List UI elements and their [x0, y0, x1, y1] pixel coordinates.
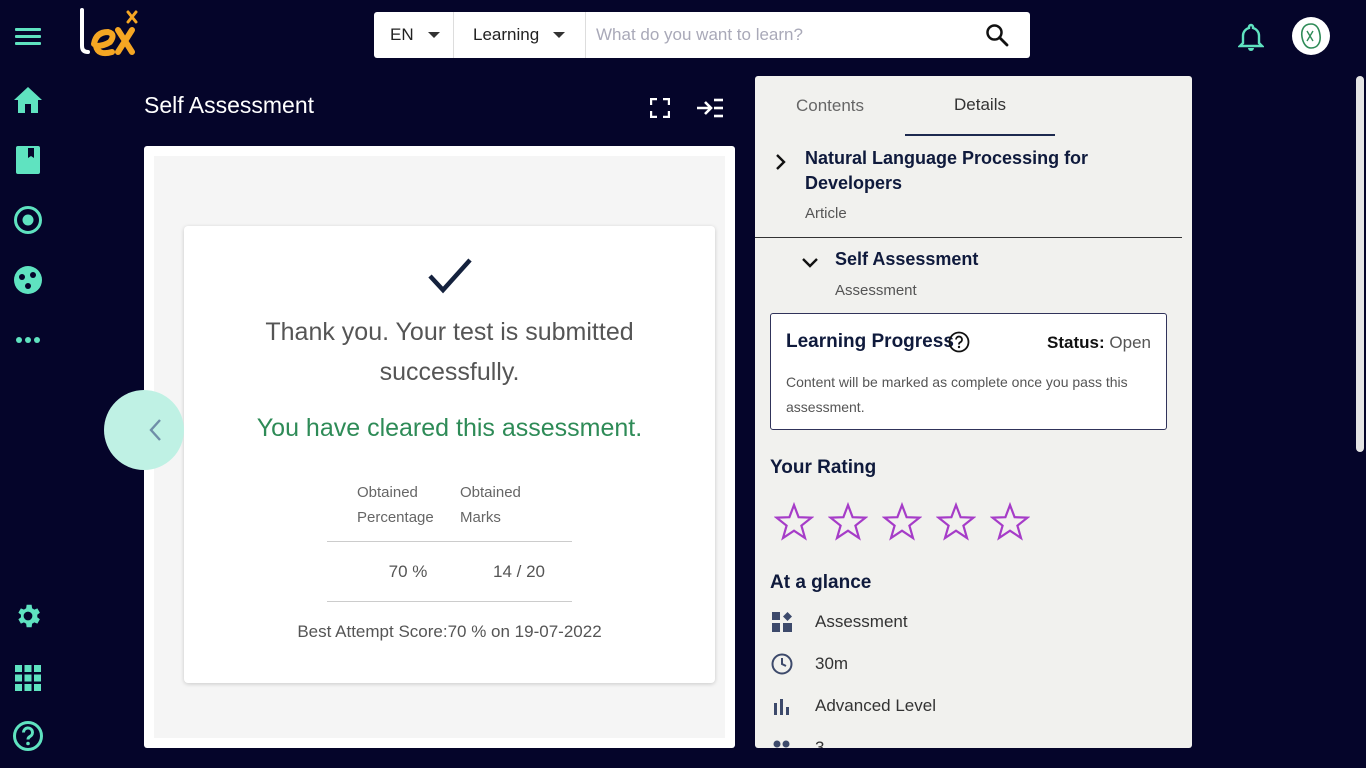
search-button[interactable]: [964, 12, 1030, 58]
learning-progress-title: Learning Progress: [786, 331, 954, 352]
collapse-right-icon: [697, 98, 723, 118]
menu-icon[interactable]: [12, 20, 44, 52]
search-bar: EN Learning: [374, 12, 1030, 58]
tab-details[interactable]: Details: [905, 76, 1055, 136]
rating-title: Your Rating: [770, 457, 877, 478]
dashboard-icon: [770, 610, 794, 634]
caret-down-icon: [553, 32, 566, 38]
fullscreen-button[interactable]: [646, 94, 674, 122]
avatar-face-icon: [1300, 23, 1321, 49]
module-title[interactable]: Self Assessment: [835, 247, 978, 272]
language-label: EN: [390, 25, 414, 44]
target-icon[interactable]: [12, 204, 44, 236]
glance-item-people: 3: [770, 736, 824, 748]
glance-item-text: 30m: [815, 654, 849, 673]
score-table: Obtained Percentage Obtained Marks 70 % …: [327, 480, 572, 602]
assessment-content: Thank you. Your test is submitted succes…: [154, 156, 725, 738]
at-a-glance-title: At a glance: [770, 572, 872, 593]
toggle-panel-button[interactable]: [696, 94, 724, 122]
palette-icon[interactable]: [12, 264, 44, 296]
course-title[interactable]: Natural Language Processing for Develope…: [805, 146, 1135, 196]
fullscreen-icon: [650, 98, 670, 118]
page-title: Self Assessment: [144, 92, 315, 118]
learning-progress-card: Learning Progress Status: Open Content w…: [770, 313, 1167, 430]
glance-item-text: 3: [815, 738, 825, 748]
more-icon[interactable]: [12, 324, 44, 356]
status: Status: Open: [1047, 333, 1151, 353]
checkmark-icon: [428, 258, 472, 294]
chevron-right-icon[interactable]: [774, 153, 786, 171]
best-attempt-score: Best Attempt Score:70 % on 19-07-2022: [297, 622, 602, 641]
score-table-header: Obtained Percentage Obtained Marks: [327, 480, 572, 542]
app-logo[interactable]: [78, 8, 144, 62]
tab-contents[interactable]: Contents: [755, 76, 905, 136]
result-card: Thank you. Your test is submitted succes…: [184, 226, 715, 683]
glance-item-text: Advanced Level: [815, 696, 936, 715]
module-type: Assessment: [835, 282, 917, 299]
progress-note: Content will be marked as complete once …: [786, 374, 1128, 415]
glance-item-text: Assessment: [815, 612, 908, 631]
previous-button[interactable]: [104, 390, 184, 470]
apps-grid-icon[interactable]: [12, 662, 44, 694]
search-input[interactable]: [586, 12, 964, 58]
col-obtained-percentage: Obtained Percentage: [357, 484, 434, 526]
status-label: Status:: [1047, 333, 1105, 352]
help-icon[interactable]: [12, 720, 44, 752]
home-icon[interactable]: [12, 84, 44, 116]
glance-item-duration: 30m: [770, 652, 848, 676]
glance-item-type: Assessment: [770, 610, 908, 634]
details-panel: Contents Details Natural Language Proces…: [755, 76, 1192, 748]
status-value: Open: [1109, 333, 1151, 352]
gear-icon[interactable]: [12, 600, 44, 632]
chevron-down-icon[interactable]: [801, 256, 819, 268]
star-icon[interactable]: [881, 501, 923, 542]
people-icon: [770, 736, 794, 748]
book-icon[interactable]: [12, 144, 44, 176]
star-icon[interactable]: [773, 501, 815, 542]
star-icon[interactable]: [989, 501, 1031, 542]
clock-icon: [770, 652, 794, 676]
obtained-percentage-value: 70 %: [388, 561, 428, 581]
star-icon[interactable]: [827, 501, 869, 542]
col-obtained-marks: Obtained Marks: [460, 484, 521, 526]
cleared-message: You have cleared this assessment.: [256, 414, 643, 442]
chevron-left-icon: [149, 419, 161, 441]
notification-bell-icon[interactable]: [1237, 23, 1265, 51]
glance-item-level: Advanced Level: [770, 694, 936, 718]
scrollbar[interactable]: [1356, 76, 1364, 452]
help-circle-icon[interactable]: [948, 331, 970, 353]
submission-message: Thank you. Your test is submitted succes…: [265, 318, 634, 386]
caret-down-icon: [427, 32, 440, 38]
divider: [755, 237, 1182, 238]
category-select[interactable]: Learning: [454, 12, 586, 58]
category-label: Learning: [473, 25, 540, 44]
score-table-row: 70 % 14 / 20: [327, 542, 572, 602]
assessment-panel: Thank you. Your test is submitted succes…: [144, 146, 735, 748]
star-icon[interactable]: [935, 501, 977, 542]
avatar[interactable]: [1292, 17, 1330, 55]
search-icon: [986, 24, 1009, 47]
bar-chart-icon: [770, 694, 794, 718]
obtained-marks-value: 14 / 20: [493, 561, 545, 581]
course-type: Article: [805, 205, 847, 222]
language-select[interactable]: EN: [374, 12, 454, 58]
